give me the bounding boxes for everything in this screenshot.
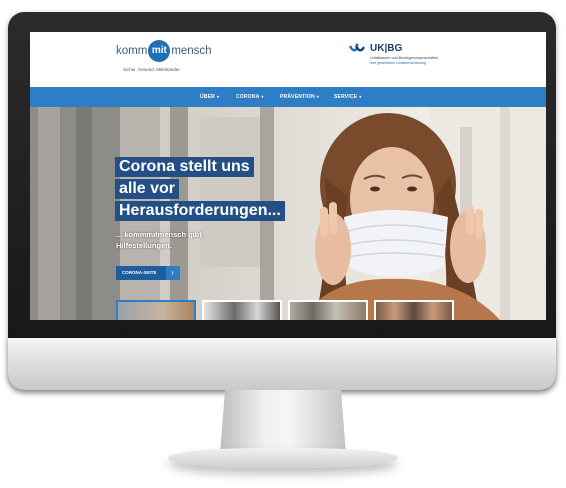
hero-headline-line-2: alle vor xyxy=(115,179,180,199)
monitor-chin xyxy=(8,338,556,390)
monitor-stand-base xyxy=(168,448,398,468)
nav-item-label: PRÄVENTION xyxy=(280,94,315,100)
logo-wordmark: komm mit mensch xyxy=(116,40,212,62)
partner-claim: Ihre gesetzliche Unfallversicherung xyxy=(370,61,426,65)
nav-item-service[interactable]: SERVICE ▾ xyxy=(334,87,361,107)
hero-headline-line-3: Herausforderungen... xyxy=(115,201,285,221)
monitor-screen: komm mit mensch Sicher. Gesund. Miteinande… xyxy=(30,32,546,320)
slide-thumbnail[interactable] xyxy=(374,300,454,320)
logo-word-mensch: mensch xyxy=(171,45,212,57)
slide-thumbnail[interactable] xyxy=(116,300,196,320)
nav-item-label: CORONA xyxy=(236,94,260,100)
slide-thumbnail[interactable] xyxy=(288,300,368,320)
partner-logo[interactable]: UK|BG Unfallkassen und Berufsgenossensch… xyxy=(348,42,478,76)
caret-down-icon: ▾ xyxy=(261,94,264,99)
monitor-stand-neck xyxy=(220,390,346,454)
nav-item-ueber[interactable]: ÜBER ▾ xyxy=(200,87,219,107)
hero-subline-2: Hilfestellungen. xyxy=(116,241,172,250)
caret-down-icon: ▾ xyxy=(316,94,319,99)
ukbg-logo-mark-icon xyxy=(348,43,366,52)
nav-item-praevention[interactable]: PRÄVENTION ▾ xyxy=(280,87,319,107)
partner-name: UK|BG xyxy=(370,43,403,54)
hero-subline-1: ... kommmitmensch gibt xyxy=(116,230,202,239)
partner-subtitle: Unfallkassen und Berufsgenossenschaften xyxy=(370,56,439,60)
logo-tagline: Sicher. Gesund. Miteinander. xyxy=(123,67,181,72)
chevron-right-icon: › xyxy=(165,266,180,280)
corona-page-button[interactable]: CORONA-SEITE › xyxy=(116,266,180,280)
caret-down-icon: ▾ xyxy=(216,94,220,99)
site-logo[interactable]: komm mit mensch Sicher. Gesund. Miteinande… xyxy=(116,40,226,80)
slide-thumbnail[interactable] xyxy=(202,300,282,320)
site-header: komm mit mensch Sicher. Gesund. Miteinande… xyxy=(30,32,546,87)
hero-banner: Corona stellt uns alle vor Herausforderu… xyxy=(30,107,546,320)
hero-photo xyxy=(30,107,546,320)
caret-down-icon: ▾ xyxy=(359,94,362,99)
logo-word-mit: mit xyxy=(148,40,171,62)
main-nav: ÜBER ▾ CORONA ▾ PRÄVENTION ▾ SERVICE ▾ xyxy=(30,87,546,107)
nav-item-label: SERVICE xyxy=(334,94,358,100)
slider-thumbnails xyxy=(116,300,456,320)
nav-item-corona[interactable]: CORONA ▾ xyxy=(236,87,264,107)
corona-page-button-label: CORONA-SEITE xyxy=(116,266,166,280)
logo-word-komm: komm xyxy=(116,45,148,57)
hero-headline-line-1: Corona stellt uns xyxy=(115,157,254,177)
nav-item-label: ÜBER xyxy=(200,94,215,100)
